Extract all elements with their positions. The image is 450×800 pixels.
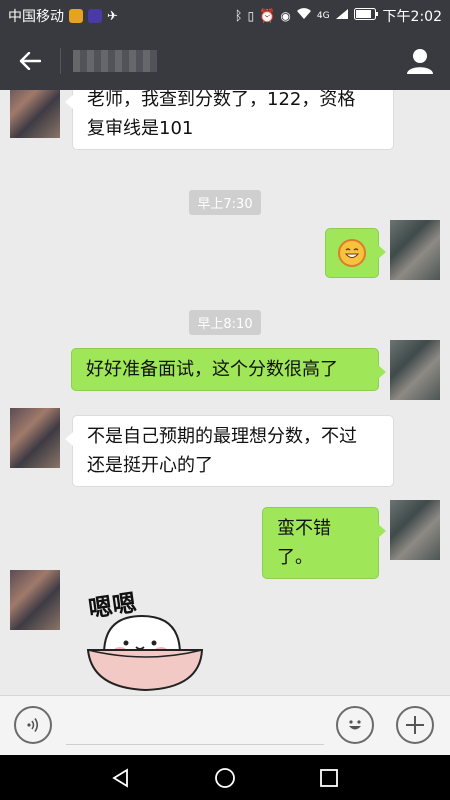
system-navigation-bar bbox=[0, 755, 450, 800]
sent-message[interactable]: 好好准备面试，这个分数很高了 bbox=[71, 348, 386, 391]
received-message[interactable]: 不是自己预期的最理想分数，不过 还是挺开心的了 bbox=[65, 415, 394, 487]
plus-icon bbox=[406, 716, 424, 734]
vibrate-icon: ▯ bbox=[247, 9, 255, 23]
contact-info-button[interactable] bbox=[404, 45, 436, 77]
input-bar bbox=[0, 695, 450, 755]
chat-header bbox=[0, 32, 450, 90]
smiling-face-emoji-icon bbox=[338, 239, 366, 267]
back-arrow-icon bbox=[19, 52, 41, 70]
clock-label: 下午2:02 bbox=[382, 9, 442, 25]
video-app-icon bbox=[88, 9, 102, 23]
message-line: 好好准备面试，这个分数很高了 bbox=[86, 359, 338, 380]
network-type-label: 4G bbox=[316, 11, 330, 21]
message-input[interactable] bbox=[66, 744, 324, 745]
my-avatar[interactable] bbox=[390, 340, 440, 400]
contact-name-blurred bbox=[73, 50, 157, 72]
chat-area[interactable]: 老师，我查到分数了，122，资格 复审线是101 早上7:30 早上8:10 好… bbox=[0, 90, 450, 695]
nav-back-icon[interactable] bbox=[111, 767, 131, 788]
signal-icon bbox=[335, 8, 349, 24]
timestamp-label: 早上7:30 bbox=[189, 190, 261, 215]
timestamp-divider: 早上7:30 bbox=[0, 190, 450, 215]
battery-icon bbox=[353, 8, 378, 24]
more-options-button[interactable] bbox=[396, 706, 434, 744]
mochi-character-icon bbox=[86, 614, 204, 692]
contact-avatar[interactable] bbox=[10, 408, 60, 468]
person-icon bbox=[407, 49, 433, 74]
nav-home-icon[interactable] bbox=[214, 767, 236, 789]
timestamp-divider: 早上8:10 bbox=[0, 310, 450, 335]
bluetooth-icon: ᛒ bbox=[234, 8, 243, 24]
sent-message[interactable]: 蛮不错了。 bbox=[262, 507, 386, 579]
my-avatar[interactable] bbox=[390, 500, 440, 560]
eye-icon: ◉ bbox=[280, 9, 291, 23]
smiley-icon bbox=[349, 720, 361, 730]
header-divider bbox=[60, 48, 61, 74]
wifi-icon bbox=[296, 8, 312, 24]
sticker-message[interactable]: 嗯嗯 bbox=[82, 580, 212, 695]
emoji-button[interactable] bbox=[336, 706, 374, 744]
message-line: 不是自己预期的最理想分数，不过 bbox=[87, 426, 357, 447]
my-avatar[interactable] bbox=[390, 220, 440, 280]
voice-icon bbox=[27, 718, 39, 732]
weibo-app-icon bbox=[69, 9, 83, 23]
back-button[interactable] bbox=[0, 32, 60, 90]
message-line: 还是挺开心的了 bbox=[87, 455, 213, 476]
sent-emoji-message[interactable] bbox=[325, 228, 386, 278]
timestamp-label: 早上8:10 bbox=[189, 310, 261, 335]
carrier-label: 中国移动 bbox=[8, 9, 64, 25]
received-message[interactable]: 老师，我查到分数了，122，资格 复审线是101 bbox=[65, 90, 394, 150]
contact-avatar[interactable] bbox=[10, 570, 60, 630]
contact-avatar[interactable] bbox=[10, 90, 60, 138]
voice-input-button[interactable] bbox=[14, 706, 52, 744]
nav-recents-icon[interactable] bbox=[319, 768, 339, 788]
bird-app-icon: ✈ bbox=[107, 8, 118, 24]
message-line: 老师，我查到分数了，122，资格 bbox=[87, 90, 356, 110]
message-line: 蛮不错了。 bbox=[277, 518, 331, 568]
status-bar: 中国移动 ✈ ᛒ ▯ ⏰ ◉ 4G 下午2:02 bbox=[0, 0, 450, 32]
alarm-icon: ⏰ bbox=[259, 8, 276, 24]
message-line: 复审线是101 bbox=[87, 118, 194, 139]
